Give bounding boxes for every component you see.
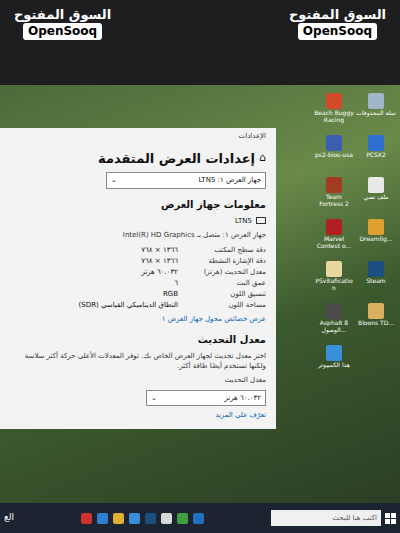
app-icon: [326, 345, 342, 361]
taskbar-app-icon[interactable]: [113, 513, 124, 524]
desktop: الإعدادات ⌂إعدادات العرض المتقدمة جهاز الع…: [0, 85, 400, 503]
taskbar-app-icon[interactable]: [81, 513, 92, 524]
taskbar-app-icon[interactable]: [177, 513, 188, 524]
info-row: تنسيق اللونRGB: [10, 289, 266, 299]
photo: السوق المفتوحOpenSooq السوق المفتوحOpenSo…: [0, 0, 400, 533]
desktop-icon[interactable]: Bloons TD...: [356, 303, 396, 343]
desktop-icon[interactable]: هذا الكمبيوتر: [314, 345, 354, 385]
app-icon: [368, 135, 384, 151]
monitor-icon: [256, 217, 266, 224]
taskbar-app-icon[interactable]: [161, 513, 172, 524]
desktop-icon[interactable]: Steam: [356, 261, 396, 301]
settings-window[interactable]: الإعدادات ⌂إعدادات العرض المتقدمة جهاز الع…: [0, 128, 276, 429]
info-row: مساحة اللونالنطاق الديناميكي القياسي (SD…: [10, 300, 266, 310]
desktop-icon[interactable]: Team Fortress 2: [314, 177, 354, 217]
app-icon: [368, 303, 384, 319]
app-icon: [326, 177, 342, 193]
bezel: السوق المفتوحOpenSooq السوق المفتوحOpenSo…: [0, 0, 400, 85]
desktop-icon[interactable]: Marvel Contest o...: [314, 219, 354, 259]
taskbar-app-icon[interactable]: [129, 513, 140, 524]
desktop-icon[interactable]: سلة المحذوفات: [356, 93, 396, 133]
adapter-link[interactable]: عرض خصائص محول جهاز العرض ١: [10, 314, 266, 325]
taskbar: الع اكتب هنا للبحث: [0, 503, 400, 533]
display-select[interactable]: جهاز العرض ١: LTN5⌄: [106, 172, 266, 189]
field-label: معدل التحديث: [10, 375, 266, 386]
app-icon: [326, 261, 342, 277]
desktop-icon[interactable]: PSvitafication: [314, 261, 354, 301]
desktop-icons: Beach Buggy Racingسلة المحذوفاتps2-bios-…: [314, 93, 396, 385]
app-icon: [326, 135, 342, 151]
app-icon: [368, 93, 384, 109]
taskbar-app-icon[interactable]: [97, 513, 108, 524]
app-icon: [368, 261, 384, 277]
desktop-icon[interactable]: Beach Buggy Racing: [314, 93, 354, 133]
app-icon: [326, 219, 342, 235]
refresh-select[interactable]: ٦٠.٠٣٢ هرتز⌄: [146, 390, 266, 407]
corner-text: الع: [4, 511, 14, 525]
desktop-icon[interactable]: ملف نصي: [356, 177, 396, 217]
description: اختر معدل تحديث لجهاز العرض الخاص بك. تو…: [10, 351, 266, 371]
watermark: السوق المفتوحOpenSooq: [14, 8, 111, 40]
app-icon: [326, 303, 342, 319]
display-name: LTN5: [235, 216, 252, 227]
app-icon: [326, 93, 342, 109]
info-row: دقة الإشارة النشطة١٣٦٦ × ٧٦٨: [10, 256, 266, 266]
watermark: السوق المفتوحOpenSooq: [289, 8, 386, 40]
search-box[interactable]: اكتب هنا للبحث: [271, 510, 381, 527]
info-row: عمق البت٦: [10, 278, 266, 288]
home-icon[interactable]: ⌂: [259, 150, 266, 167]
info-row: معدل التحديث (هرتز)٦٠.٠٣٢ هرتز: [10, 267, 266, 277]
desktop-icon[interactable]: Dreamlig...: [356, 219, 396, 259]
section-heading: معلومات جهاز العرض: [10, 197, 266, 212]
desktop-icon[interactable]: ps2-bios-usa: [314, 135, 354, 175]
taskbar-app-icon[interactable]: [193, 513, 204, 524]
info-table: دقة سطح المكتب١٣٦٦ × ٧٦٨دقة الإشارة النش…: [10, 245, 266, 310]
app-icon: [368, 219, 384, 235]
desktop-icon[interactable]: PCSX2: [356, 135, 396, 175]
info-row: دقة سطح المكتب١٣٦٦ × ٧٦٨: [10, 245, 266, 255]
title-bar: الإعدادات: [10, 128, 266, 145]
learn-more-link[interactable]: تعرّف على المزيد: [10, 410, 266, 421]
page-heading: إعدادات العرض المتقدمة: [98, 149, 255, 169]
section-heading: معدل التحديث: [10, 332, 266, 347]
desktop-icon[interactable]: Asphalt 8 الوصول...: [314, 303, 354, 343]
windows-icon[interactable]: [385, 513, 396, 524]
taskbar-app-icon[interactable]: [145, 513, 156, 524]
adapter-text: جهاز العرض ١: متصل بـ Intel(R) HD Graphi…: [10, 230, 266, 241]
app-icon: [368, 177, 384, 193]
